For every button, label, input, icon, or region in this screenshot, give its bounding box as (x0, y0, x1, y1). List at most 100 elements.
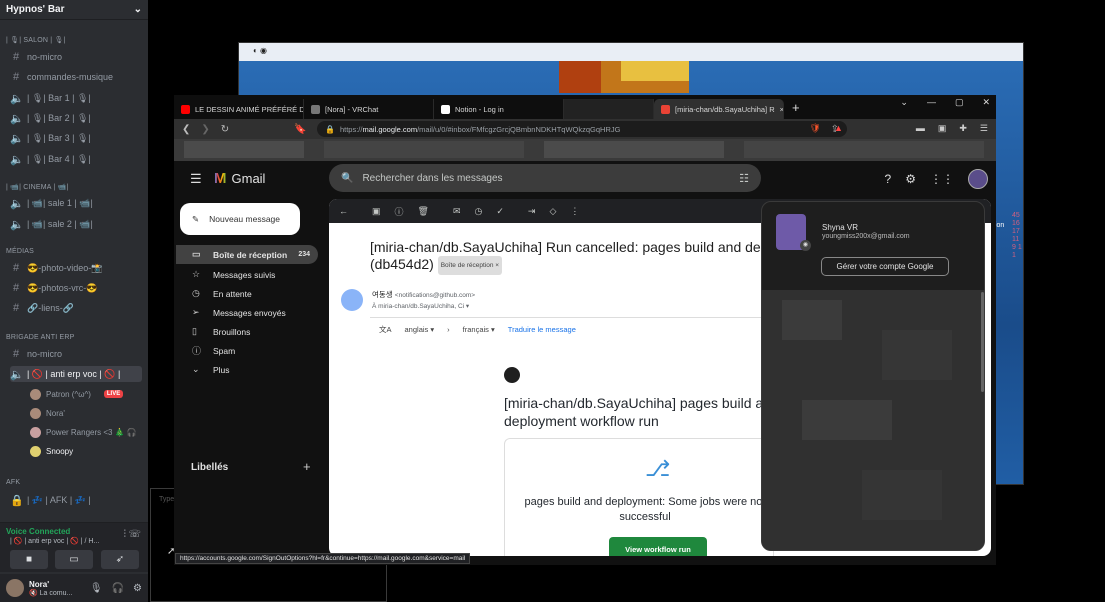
chevron-down-icon[interactable]: ⌄ (134, 4, 142, 15)
delete-icon[interactable]: 🗑 (418, 206, 429, 217)
inbox-label-badge[interactable]: Boîte de réception × (437, 256, 503, 275)
user-info[interactable]: Nora' 🔇 La comu... (29, 580, 72, 597)
screen-share-button[interactable]: ▭ (55, 550, 93, 569)
nav-sent[interactable]: ➢ Messages envoyés (176, 303, 318, 322)
back-arrow-icon[interactable]: ← (339, 206, 348, 216)
voice-user[interactable]: Nora' (30, 405, 65, 421)
lang-from-select[interactable]: anglais ▾ (405, 325, 435, 334)
mark-unread-icon[interactable]: ✉ (453, 206, 461, 217)
voice-channel-name[interactable]: | 🚫 | anti erp voc | 🚫 | / H... (10, 537, 99, 545)
main-menu-icon[interactable]: ☰ (190, 171, 202, 187)
channel-afk[interactable]: 🔒 | 💤 | AFK | 💤 | (10, 492, 142, 508)
headphones-icon[interactable]: 🎧 (112, 583, 124, 594)
camera-button[interactable]: ■ (10, 550, 48, 569)
search-bar[interactable]: 🔍 Rechercher dans les messages ☷ (329, 164, 761, 192)
bookmark-icon[interactable]: 🔖 (294, 124, 306, 135)
extensions-icon[interactable]: ✚ (959, 123, 967, 134)
voice-user[interactable]: Power Rangers <3 🎄 🎧 (30, 424, 137, 440)
disconnect-icon[interactable]: ☏ (128, 529, 141, 540)
microphone-icon[interactable]: 🎙 (90, 583, 103, 594)
sender[interactable]: 여동생 <notifications@github.com> (372, 289, 475, 300)
category-cinema[interactable]: | 📹| CINEMA | 📹| (6, 183, 69, 191)
new-tab-button[interactable]: + (792, 99, 800, 119)
nav-snoozed[interactable]: ◷ En attente (176, 284, 318, 303)
channel-liens[interactable]: # 🔗-liens-🔗 (10, 300, 142, 316)
nav-more[interactable]: ⌄ Plus (176, 360, 318, 379)
channel-photo-video[interactable]: # 😎-photo-video-📸 (10, 260, 142, 276)
maximize-icon[interactable]: ▢ (955, 97, 964, 108)
rewards-icon[interactable]: ▲ (834, 123, 843, 134)
channel-sale-2[interactable]: 🔈 | 📹| sale 2 | 📹| (10, 216, 142, 232)
menu-icon[interactable]: ☰ (980, 123, 988, 134)
move-to-icon[interactable]: ⇥ (528, 206, 536, 217)
translate-link[interactable]: Traduire le message (508, 325, 576, 334)
minimize-icon[interactable]: — (927, 97, 936, 108)
tab-gmail[interactable]: [miria-chan/db.SayaUchiha] R × (654, 99, 784, 119)
category-salon[interactable]: | 🎙| SALON | 🎙| (6, 36, 66, 44)
compose-button[interactable]: ✎ Nouveau message (180, 203, 300, 235)
recipients[interactable]: À miria-chan/db.SayaUchiha, Ci ▾ (372, 302, 469, 310)
tab-vrchat[interactable]: [Nora] - VRChat (304, 99, 434, 119)
gmail-logo[interactable]: M Gmail (214, 170, 265, 187)
label-icon[interactable]: ◇ (549, 206, 556, 217)
tab-notion[interactable]: Notion - Log in (434, 99, 564, 119)
speaker-icon: 🔈 (10, 197, 24, 210)
reload-icon[interactable]: ↻ (221, 124, 229, 135)
back-icon[interactable]: ❮ (182, 124, 190, 135)
view-workflow-run-button[interactable]: View workflow run (609, 537, 707, 556)
add-task-icon[interactable]: ✓ (496, 206, 504, 217)
brave-shield-icon[interactable]: 🛡 (810, 123, 821, 134)
channel-bar-4[interactable]: 🔈 | 🎙| Bar 4 | 🎙| (10, 151, 142, 167)
nav-starred[interactable]: ☆ Messages suivis (176, 265, 318, 284)
add-label-icon[interactable]: + (303, 459, 311, 474)
channel-no-micro-2[interactable]: # no-micro (10, 346, 142, 362)
report-spam-icon[interactable]: ⓘ (395, 205, 404, 218)
camera-icon[interactable]: ◉ (800, 240, 811, 251)
search-icon[interactable]: 🔍 (341, 173, 353, 184)
nav-spam[interactable]: ⓘ Spam (176, 341, 318, 360)
scrollbar[interactable] (981, 292, 984, 392)
url-path: /mail/u/0/#inbox/FMfcgzGrcjQBmbnNDKHTqWQ… (417, 124, 621, 134)
avatar[interactable] (6, 579, 24, 597)
account-avatar[interactable] (968, 169, 988, 189)
channel-sale-1[interactable]: 🔈 | 📹| sale 1 | 📹| (10, 195, 142, 211)
channel-bar-3[interactable]: 🔈 | 🎙| Bar 3 | 🎙| (10, 130, 142, 146)
tab-youtube[interactable]: LE DESSIN ANIMÉ PRÉFÉRÉ DES AI (174, 99, 304, 119)
search-options-icon[interactable]: ☷ (739, 172, 749, 185)
channel-commandes-musique[interactable]: # commandes-musique (10, 69, 142, 85)
channel-bar-1[interactable]: 🔈 | 🎙| Bar 1 | 🎙| (10, 90, 142, 106)
address-bar[interactable]: 🔒 https://mail.google.com/mail/u/0/#inbo… (317, 121, 847, 137)
snooze-icon[interactable]: ◷ (475, 206, 483, 217)
more-icon[interactable]: ⋮ (570, 206, 579, 217)
noise-suppression-icon[interactable]: ⫶ (124, 529, 127, 540)
nav-inbox[interactable]: ▭ Boîte de réception 234 (176, 245, 318, 264)
flag-icon[interactable]: ▬ (916, 123, 925, 134)
category-medias[interactable]: MÉDIAS (6, 248, 34, 255)
server-header[interactable]: Hypnos' Bar ⌄ (0, 0, 148, 20)
manage-account-button[interactable]: Gérer votre compte Google (821, 257, 949, 276)
archive-icon[interactable]: ▣ (372, 206, 381, 217)
tab-label: LE DESSIN ANIMÉ PRÉFÉRÉ DES AI (195, 104, 303, 114)
channel-anti-erp-voc[interactable]: 🔈 | 🚫 | anti erp voc | 🚫 | (10, 366, 142, 382)
category-afk[interactable]: AFK (6, 479, 20, 486)
close-icon[interactable]: ✕ (982, 97, 990, 108)
apps-icon[interactable]: ⋮⋮ (930, 172, 954, 186)
lang-to-select[interactable]: français ▾ (463, 325, 495, 334)
category-brigade-anti-erp[interactable]: BRIGADE ANTI ERP (6, 334, 75, 341)
forward-icon[interactable]: ❯ (201, 124, 209, 135)
channel-no-micro[interactable]: # no-micro (10, 49, 142, 65)
activity-button[interactable]: ➶ (101, 550, 139, 569)
chevron-down-icon[interactable]: ⌄ (900, 97, 908, 108)
close-tab-icon[interactable]: × (780, 105, 783, 114)
voice-user[interactable]: Snoopy (30, 443, 73, 459)
gear-icon[interactable]: ⚙ (133, 583, 142, 594)
tab-blurred[interactable] (564, 99, 654, 119)
channel-photos-vrc[interactable]: # 😎-photos-vrc-😎 (10, 280, 142, 296)
nav-drafts[interactable]: ▯ Brouillons (176, 322, 318, 341)
channel-bar-2[interactable]: 🔈 | 🎙| Bar 2 | 🎙| (10, 110, 142, 126)
gear-icon[interactable]: ⚙ (905, 172, 916, 186)
help-icon[interactable]: ? (885, 172, 892, 186)
sidebar-icon[interactable]: ▣ (938, 123, 947, 134)
sender-avatar[interactable] (341, 289, 363, 311)
voice-user[interactable]: Patron (^ω^) LIVE (30, 386, 124, 402)
